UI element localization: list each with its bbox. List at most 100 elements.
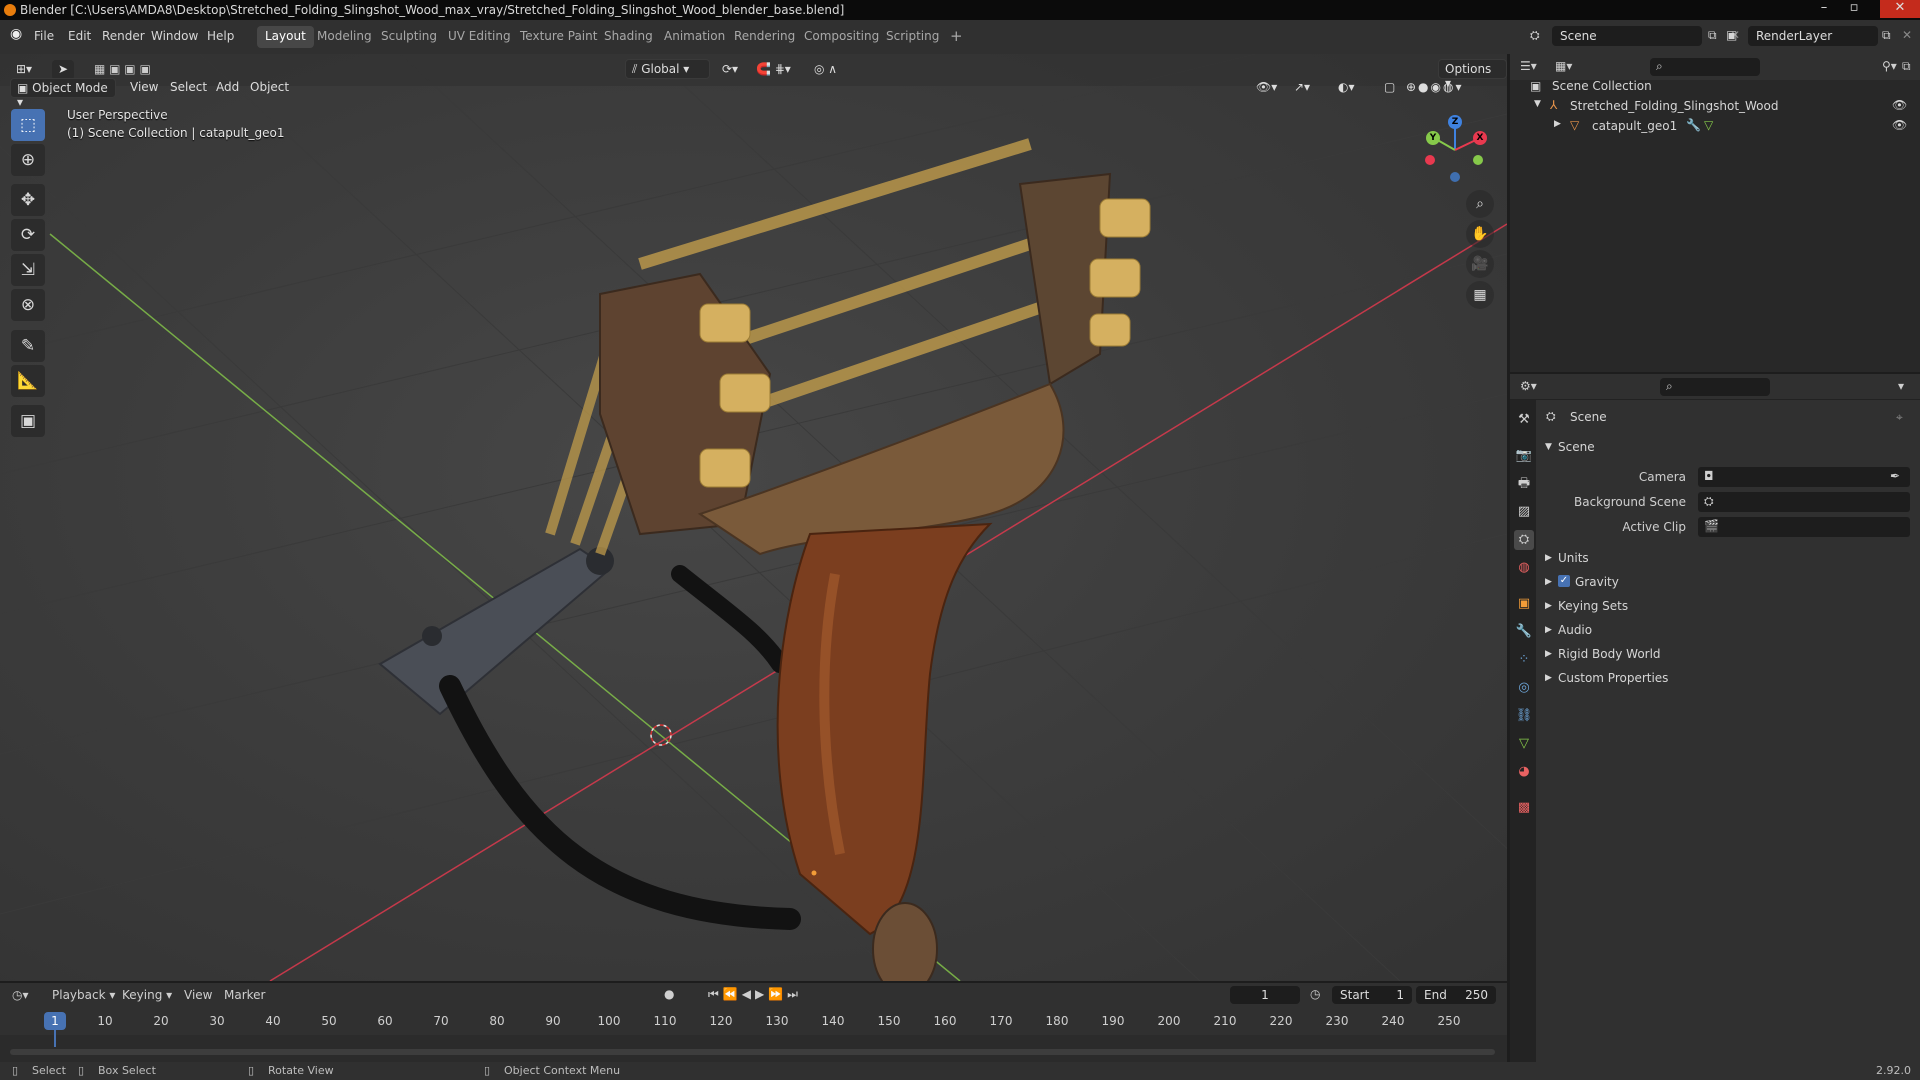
gizmo-z-axis[interactable]: Z [1448,115,1462,129]
timeline-scrollbar[interactable] [10,1049,1495,1055]
preview-range-icon[interactable]: ◷ [1310,987,1320,1001]
outliner-search-input[interactable]: ⌕ [1650,58,1760,76]
tab-sculpting[interactable]: Sculpting [373,26,445,48]
options-dropdown[interactable]: Options ▾ [1438,59,1507,90]
gizmo-neg-z[interactable] [1450,172,1460,182]
viewport-menu-object[interactable]: Object [244,78,295,98]
visibility-eye-icon[interactable]: 👁 [1892,98,1907,112]
playhead-frame[interactable]: 1 [44,1012,66,1030]
visibility-icon[interactable]: 👁▾ [1250,78,1283,98]
background-scene-field[interactable]: ⛭ [1698,492,1910,512]
subpanel-collapse-icon[interactable]: ▶ [1545,601,1552,611]
menu-render[interactable]: Render [102,29,145,43]
eyedropper-icon[interactable]: ✒ [1890,469,1900,483]
menu-help[interactable]: Help [207,29,234,43]
add-workspace-icon[interactable]: + [944,26,969,48]
viewport-menu-add[interactable]: Add [210,78,245,98]
maximize-button[interactable]: ▫ [1840,0,1868,18]
modifier-tab-icon[interactable]: 🔧 [1514,622,1534,642]
texture-tab-icon[interactable]: ▩ [1514,798,1534,818]
menu-file[interactable]: File [34,29,54,43]
shading-modes-icon[interactable]: ⊕●◉◍▾ [1400,78,1470,98]
tab-scripting[interactable]: Scripting [878,26,947,48]
timeline-editor-type-icon[interactable]: ◷▾ [12,988,29,1002]
tool-tab-icon[interactable]: ⚒ [1514,410,1534,430]
audio-panel[interactable]: Audio [1558,623,1592,637]
units-panel[interactable]: Units [1558,551,1589,565]
world-tab-icon[interactable]: ◍ [1514,558,1534,578]
timeline-view-menu[interactable]: View [184,988,212,1002]
data-tab-icon[interactable]: ▽ [1514,734,1534,754]
physics-tab-icon[interactable]: ◎ [1514,678,1534,698]
gizmo-toggle-icon[interactable]: ↗▾ [1288,78,1316,98]
camera-field[interactable]: ◘ ✒ [1698,467,1910,487]
select-box-tool-icon[interactable]: ⬚ [11,109,45,141]
viewport-menu-select[interactable]: Select [164,78,213,98]
record-icon[interactable]: ● [664,987,674,1001]
panel-expand-icon[interactable]: ▼ [1545,442,1552,452]
new-collection-icon[interactable]: ⧉ [1902,59,1911,74]
expand-arrow-icon[interactable]: ▶ [1554,119,1561,129]
pin-icon[interactable]: ⌖ [1896,410,1903,425]
add-cube-tool-icon[interactable]: ▣ [11,405,45,437]
snap-icon[interactable]: 🧲 ⋕▾ [750,60,797,80]
render-tab-icon[interactable]: 📷 [1514,446,1534,466]
display-mode-icon[interactable]: ▦▾ [1555,59,1572,73]
xray-icon[interactable]: ▢ [1378,78,1401,98]
annotate-tool-icon[interactable]: ✎ [11,330,45,362]
menu-window[interactable]: Window [151,29,198,43]
constraints-tab-icon[interactable]: ⛓ [1514,706,1534,726]
outliner-row-scene-collection[interactable]: ▣ Scene Collection [1510,76,1920,96]
material-tab-icon[interactable]: ◕ [1514,762,1534,782]
proportional-edit-icon[interactable]: ◎ ∧ [808,60,843,80]
scale-tool-icon[interactable]: ⇲ [11,254,45,286]
custom-properties-panel[interactable]: Custom Properties [1558,671,1668,685]
camera-view-icon[interactable]: 🎥 [1466,250,1494,278]
overlays-icon[interactable]: ◐▾ [1332,78,1361,98]
cursor-tool-icon[interactable]: ⊕ [11,144,45,176]
viewport-menu-view[interactable]: View [124,78,164,98]
subpanel-collapse-icon[interactable]: ▶ [1545,553,1552,563]
keying-menu[interactable]: Keying ▾ [122,988,172,1002]
perspective-toggle-icon[interactable]: ▦ [1466,281,1494,309]
mesh-data-icon[interactable]: ▽ [1704,118,1713,132]
3d-viewport[interactable] [0,54,1507,981]
outliner-editor-type-icon[interactable]: ☰▾ [1520,59,1537,73]
subpanel-collapse-icon[interactable]: ▶ [1545,673,1552,683]
tab-layout[interactable]: Layout [257,26,314,48]
new-view-layer-icon[interactable]: ⧉ [1882,28,1891,43]
scene-tab-icon[interactable]: ⛭ [1514,530,1534,550]
blender-menu-icon[interactable]: ◉ [10,26,22,42]
select-tool-icon[interactable]: ➤ [52,60,75,80]
rigid-body-world-panel[interactable]: Rigid Body World [1558,647,1661,661]
remove-view-layer-icon[interactable]: ✕ [1902,28,1912,42]
modifier-wrench-icon[interactable]: 🔧 [1686,118,1701,132]
visibility-eye-icon[interactable]: 👁 [1892,118,1907,132]
output-tab-icon[interactable]: 🖶 [1514,474,1534,494]
playback-controls-icon[interactable]: ⏮⏪◀▶⏩⏭ [708,987,802,1002]
measure-tool-icon[interactable]: 📐 [11,365,45,397]
tab-compositing[interactable]: Compositing [796,26,887,48]
tab-rendering[interactable]: Rendering [726,26,803,48]
object-mode-dropdown[interactable]: ▣ Object Mode ▾ [10,78,116,109]
tab-uv-editing[interactable]: UV Editing [440,26,519,48]
zoom-icon[interactable]: ⌕ [1466,190,1494,218]
view-layer-selector[interactable]: RenderLayer [1748,26,1878,46]
tab-modeling[interactable]: Modeling [309,26,380,48]
rotate-tool-icon[interactable]: ⟳ [11,219,45,251]
scene-selector[interactable]: Scene [1552,26,1702,46]
object-tab-icon[interactable]: ▣ [1514,594,1534,614]
gravity-checkbox[interactable]: ✓ [1558,575,1570,587]
move-tool-icon[interactable]: ✥ [11,184,45,216]
properties-editor-type-icon[interactable]: ⚙▾ [1520,379,1537,393]
keying-sets-panel[interactable]: Keying Sets [1558,599,1628,613]
menu-edit[interactable]: Edit [68,29,91,43]
tab-animation[interactable]: Animation [656,26,733,48]
subpanel-collapse-icon[interactable]: ▶ [1545,625,1552,635]
playback-menu[interactable]: Playback ▾ [52,988,115,1002]
subpanel-collapse-icon[interactable]: ▶ [1545,577,1552,587]
expand-arrow-icon[interactable]: ▼ [1534,99,1541,109]
subpanel-collapse-icon[interactable]: ▶ [1545,649,1552,659]
gizmo-neg-x[interactable] [1425,155,1435,165]
view-layer-tab-icon[interactable]: ▨ [1514,502,1534,522]
